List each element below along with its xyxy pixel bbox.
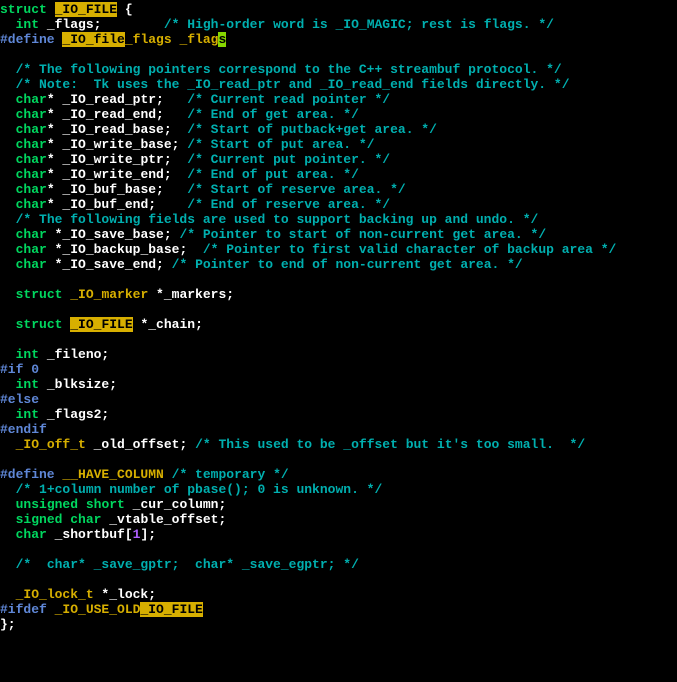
code-line: char *_IO_backup_base; /* Pointer to fir… <box>0 242 616 257</box>
code-line: char* _IO_write_end; /* End of put area.… <box>0 167 359 182</box>
code-line: struct _IO_marker *_markers; <box>0 287 234 302</box>
code-line: #endif <box>0 422 47 437</box>
code-line: struct _IO_FILE { <box>0 2 133 17</box>
code-line: int _flags2; <box>0 407 109 422</box>
code-line: int _blksize; <box>0 377 117 392</box>
code-line: signed char _vtable_offset; <box>0 512 226 527</box>
code-line: /* The following pointers correspond to … <box>0 62 562 77</box>
code-line: char* _IO_read_base; /* Start of putback… <box>0 122 437 137</box>
code-line: char *_IO_save_base; /* Pointer to start… <box>0 227 546 242</box>
code-line: _IO_lock_t *_lock; <box>0 587 156 602</box>
code-line: #else <box>0 392 39 407</box>
code-line: char* _IO_write_base; /* Start of put ar… <box>0 137 375 152</box>
code-line: #ifdef _IO_USE_OLD_IO_FILE <box>0 602 203 617</box>
cursor: s <box>218 32 226 47</box>
code-line: /* char* _save_gptr; char* _save_egptr; … <box>0 557 359 572</box>
code-line: int _flags; /* High-order word is _IO_MA… <box>0 17 554 32</box>
code-line: /* 1+column number of pbase(); 0 is unkn… <box>0 482 382 497</box>
code-line: char* _IO_buf_end; /* End of reserve are… <box>0 197 390 212</box>
code-editor[interactable]: struct _IO_FILE { int _flags; /* High-or… <box>0 0 677 632</box>
code-line: /* Note: Tk uses the _IO_read_ptr and _I… <box>0 77 570 92</box>
code-line: char *_IO_save_end; /* Pointer to end of… <box>0 257 523 272</box>
code-line: struct _IO_FILE *_chain; <box>0 317 203 332</box>
search-match: _IO_FILE <box>140 602 202 617</box>
search-match: _IO_FILE <box>55 2 117 17</box>
code-line: #define __HAVE_COLUMN /* temporary */ <box>0 467 289 482</box>
code-line: char* _IO_write_ptr; /* Current put poin… <box>0 152 390 167</box>
code-line: char* _IO_read_end; /* End of get area. … <box>0 107 359 122</box>
code-line: #define _IO_file_flags _flags <box>0 32 226 47</box>
code-line: char _shortbuf[1]; <box>0 527 156 542</box>
code-line: _IO_off_t _old_offset; /* This used to b… <box>0 437 585 452</box>
code-line: char* _IO_read_ptr; /* Current read poin… <box>0 92 390 107</box>
code-line: unsigned short _cur_column; <box>0 497 226 512</box>
code-line: int _fileno; <box>0 347 109 362</box>
search-match: _IO_file <box>62 32 124 47</box>
code-line: #if 0 <box>0 362 39 377</box>
code-line: char* _IO_buf_base; /* Start of reserve … <box>0 182 406 197</box>
code-line: /* The following fields are used to supp… <box>0 212 538 227</box>
search-match: _IO_FILE <box>70 317 132 332</box>
code-line: }; <box>0 617 16 632</box>
